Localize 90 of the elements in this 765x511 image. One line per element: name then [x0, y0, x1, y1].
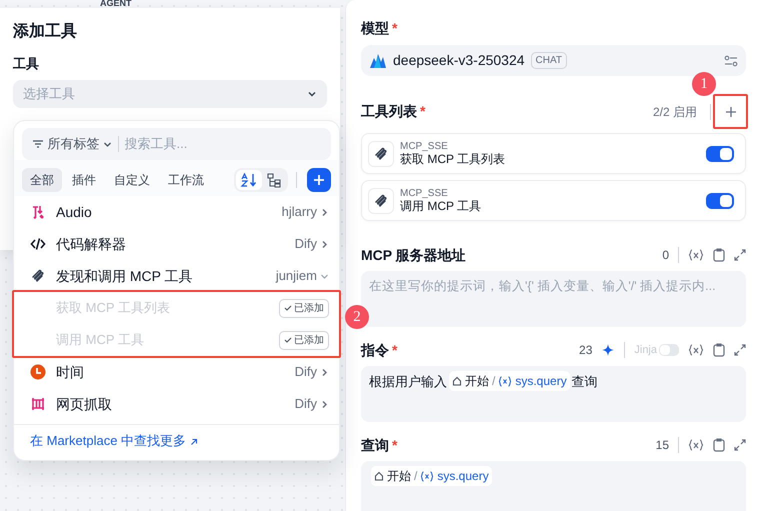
field-label: 模型 [361, 18, 389, 38]
field-label: 工具 [13, 55, 40, 73]
squiggle-icon [373, 146, 389, 162]
sub-tool-item[interactable]: 获取 MCP 工具列表 已添加 [14, 292, 339, 324]
required-asterisk: * [392, 340, 398, 360]
prompt-editor[interactable]: 开始 / sys.query [361, 461, 746, 511]
provider-name: MCP_SSE [400, 140, 449, 152]
sub-tool-item[interactable]: 调用 MCP 工具 已添加 [14, 324, 339, 356]
sparkle-icon[interactable] [601, 343, 616, 357]
plus-icon [724, 106, 736, 118]
jinja-toggle[interactable] [659, 344, 679, 356]
prompt-text: 查询 [572, 374, 598, 389]
squiggle-icon [373, 192, 389, 208]
tool-name: 调用 MCP 工具 [400, 198, 482, 214]
author-name: Dify [294, 235, 317, 254]
marketplace-link[interactable]: 在 Marketplace 中查找更多 [14, 425, 214, 460]
author-name: Dify [294, 395, 317, 414]
required-asterisk: * [392, 18, 398, 38]
filter-tab[interactable]: 工作流 [160, 168, 212, 192]
prompt-text: 根据用户输入 [369, 374, 447, 389]
chevron-down-icon [102, 140, 112, 148]
added-badge: 已添加 [279, 298, 329, 318]
variable-icon [420, 470, 434, 482]
audio-icon [30, 204, 46, 220]
model-name: deepseek-v3-250324 [393, 51, 525, 70]
annotation-frame [713, 94, 748, 129]
tag-filter[interactable]: 所有标签 [32, 134, 112, 154]
char-count: 15 [656, 437, 669, 454]
variable-icon[interactable] [688, 249, 704, 261]
filter-tab[interactable]: 全部 [22, 168, 62, 192]
panel-title: 添加工具 [13, 22, 78, 42]
placeholder-text: 在这里写你的提示词，输入'{' 插入变量、输入'/' 插入提示内... [369, 279, 716, 293]
slash-separator: / [492, 373, 496, 390]
clock-icon [30, 364, 46, 380]
char-count: 0 [662, 247, 669, 264]
char-count: 23 [579, 342, 592, 359]
variable-icon[interactable] [688, 344, 704, 356]
node-name: 开始 [387, 468, 411, 485]
variable-icon [498, 376, 512, 386]
settings-icon[interactable] [724, 54, 738, 66]
added-badge: 已添加 [279, 330, 329, 350]
jinja-label: Jinja [634, 342, 657, 358]
tool-item[interactable]: 网页抓取 Dify [14, 388, 339, 420]
tool-item[interactable]: 代码解释器 Dify [14, 228, 339, 260]
field-label: 指令 [361, 340, 389, 360]
node-name: 开始 [465, 373, 489, 390]
plus-icon [313, 174, 325, 186]
node-title: AGENT [100, 0, 132, 8]
mountain-logo-icon [369, 52, 387, 68]
expand-icon[interactable] [734, 439, 746, 451]
filter-tab[interactable]: 自定义 [106, 168, 158, 192]
author-name: Dify [294, 363, 317, 382]
required-asterisk: * [392, 436, 398, 454]
tool-item[interactable]: 时间 Dify [14, 356, 339, 388]
variable-icon[interactable] [688, 439, 704, 451]
author-name: hjlarry [282, 203, 317, 222]
author-name: junjiem [276, 267, 317, 286]
model-type-tag: CHAT [530, 52, 568, 69]
squiggle-icon [30, 268, 46, 284]
toggle-switch[interactable] [706, 146, 734, 162]
enabled-count: 2/2 启用 [652, 104, 697, 120]
external-link-icon [190, 438, 198, 446]
filter-tab[interactable]: 插件 [64, 168, 104, 192]
tool-item[interactable]: Audio hjlarry [14, 196, 339, 228]
sort-button[interactable] [236, 170, 262, 190]
variable-name: sys.query [437, 468, 489, 485]
field-label: 查询 [361, 436, 389, 454]
variable-name: sys.query [515, 373, 567, 390]
clipboard-icon[interactable] [713, 248, 725, 262]
clipboard-icon[interactable] [713, 343, 725, 357]
expand-icon[interactable] [734, 344, 746, 356]
tool-name: 获取 MCP 工具列表 [400, 152, 506, 166]
required-asterisk: * [420, 102, 426, 121]
model-selector[interactable]: deepseek-v3-250324 CHAT [361, 45, 746, 76]
expand-icon[interactable] [734, 249, 746, 261]
field-label: MCP 服务器地址 [361, 246, 466, 264]
home-icon [374, 471, 384, 481]
clipboard-icon[interactable] [713, 438, 725, 452]
filter-icon [32, 139, 44, 149]
add-button[interactable] [307, 168, 331, 192]
provider-name: MCP_SSE [400, 188, 449, 198]
toggle-switch[interactable] [706, 192, 734, 208]
slash-separator: / [414, 468, 418, 485]
home-icon [452, 376, 462, 386]
field-label: 工具列表 [361, 102, 417, 121]
grid-icon [30, 396, 46, 412]
search-bar[interactable]: 所有标签 搜索工具... [22, 128, 331, 160]
tool-item[interactable]: 发现和调用 MCP 工具 junjiem [14, 260, 339, 292]
code-icon [30, 236, 46, 252]
prompt-editor[interactable]: 根据用户输入 开始 / sys.query 查询 [361, 366, 746, 422]
